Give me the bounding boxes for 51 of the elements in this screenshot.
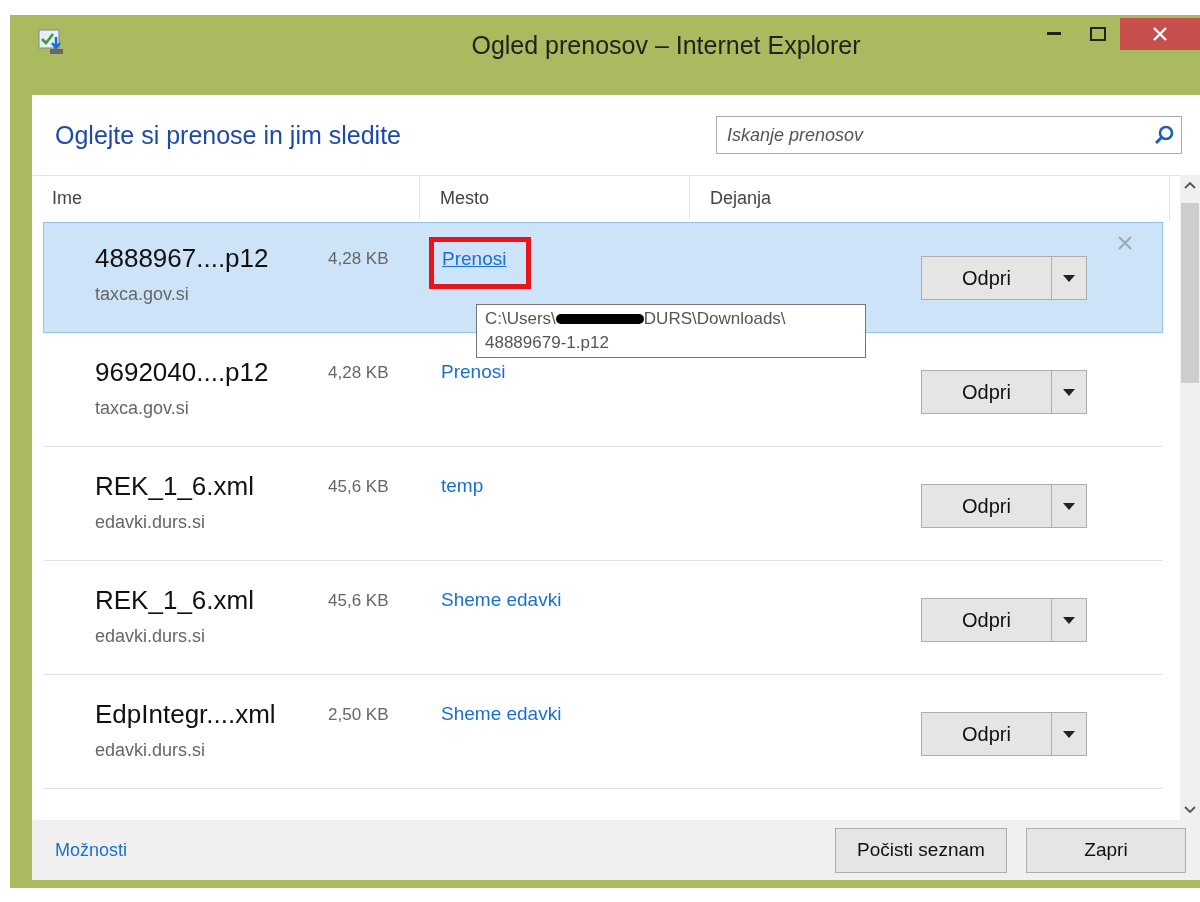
location-link[interactable]: Sheme edavki	[441, 585, 562, 611]
caret-icon	[1063, 388, 1075, 396]
options-link[interactable]: Možnosti	[55, 839, 128, 861]
column-header[interactable]: Ime	[32, 176, 420, 220]
location-link[interactable]: Prenosi	[441, 357, 506, 383]
open-button[interactable]: Odpri	[922, 713, 1052, 755]
tooltip-text: C:\Users\	[485, 308, 556, 330]
minimize-icon	[1047, 32, 1061, 36]
chevron-up-icon[interactable]	[1184, 181, 1196, 189]
file-origin: edavki.durs.si	[95, 740, 207, 761]
open-button[interactable]: Odpri	[922, 371, 1052, 413]
caret-icon	[1063, 502, 1075, 510]
search-field[interactable]: Iskanje prenosov	[716, 116, 1182, 154]
location-link[interactable]: Prenosi	[429, 237, 532, 289]
column-header[interactable]: Mesto	[420, 176, 690, 220]
file-origin: taxca.gov.si	[95, 398, 190, 419]
maximize-icon	[1090, 27, 1106, 41]
open-button[interactable]: Odpri	[922, 599, 1052, 641]
file-name: REK_1_6.xml	[95, 471, 255, 502]
file-name: 9692040....p12	[95, 357, 270, 388]
close-dialog-button[interactable]: Zapri	[1026, 827, 1186, 873]
file-origin: edavki.durs.si	[95, 512, 207, 533]
file-size: 45,6 KB	[328, 590, 390, 612]
file-size: 4,28 KB	[328, 362, 390, 384]
caret-icon	[1063, 274, 1075, 282]
caret-icon	[1063, 730, 1075, 738]
window-title: Ogled prenosov – Internet Explorer	[470, 31, 862, 60]
file-name: EdpIntegr....xml	[95, 699, 277, 730]
file-origin: edavki.durs.si	[95, 626, 207, 647]
file-name: 4888967....p12	[95, 243, 270, 274]
clear-list-button[interactable]: Počisti seznam	[835, 827, 1007, 873]
file-name: REK_1_6.xml	[95, 585, 255, 616]
caret-icon	[1063, 616, 1075, 624]
search-input[interactable]: Iskanje prenosov	[725, 123, 1153, 147]
file-size: 45,6 KB	[328, 476, 390, 498]
download-icon	[38, 29, 64, 55]
tooltip-text: DURS\Downloads\	[643, 308, 786, 330]
file-size: 4,28 KB	[328, 248, 390, 270]
page-heading: Oglejte si prenose in jim sledite	[55, 120, 401, 150]
location-link[interactable]: temp	[441, 471, 484, 497]
open-button[interactable]: Odpri	[922, 257, 1052, 299]
close-icon	[1153, 27, 1167, 41]
search-icon	[1153, 124, 1175, 146]
open-button[interactable]: Odpri	[922, 485, 1052, 527]
file-size: 2,50 KB	[328, 704, 390, 726]
file-origin: taxca.gov.si	[95, 284, 190, 305]
scrollbar[interactable]	[1180, 175, 1200, 820]
column-header[interactable]: Dejanja	[690, 176, 1170, 220]
location-link[interactable]: Sheme edavki	[441, 699, 562, 725]
close-button[interactable]	[1120, 18, 1200, 50]
chevron-down-icon[interactable]	[1184, 806, 1196, 814]
